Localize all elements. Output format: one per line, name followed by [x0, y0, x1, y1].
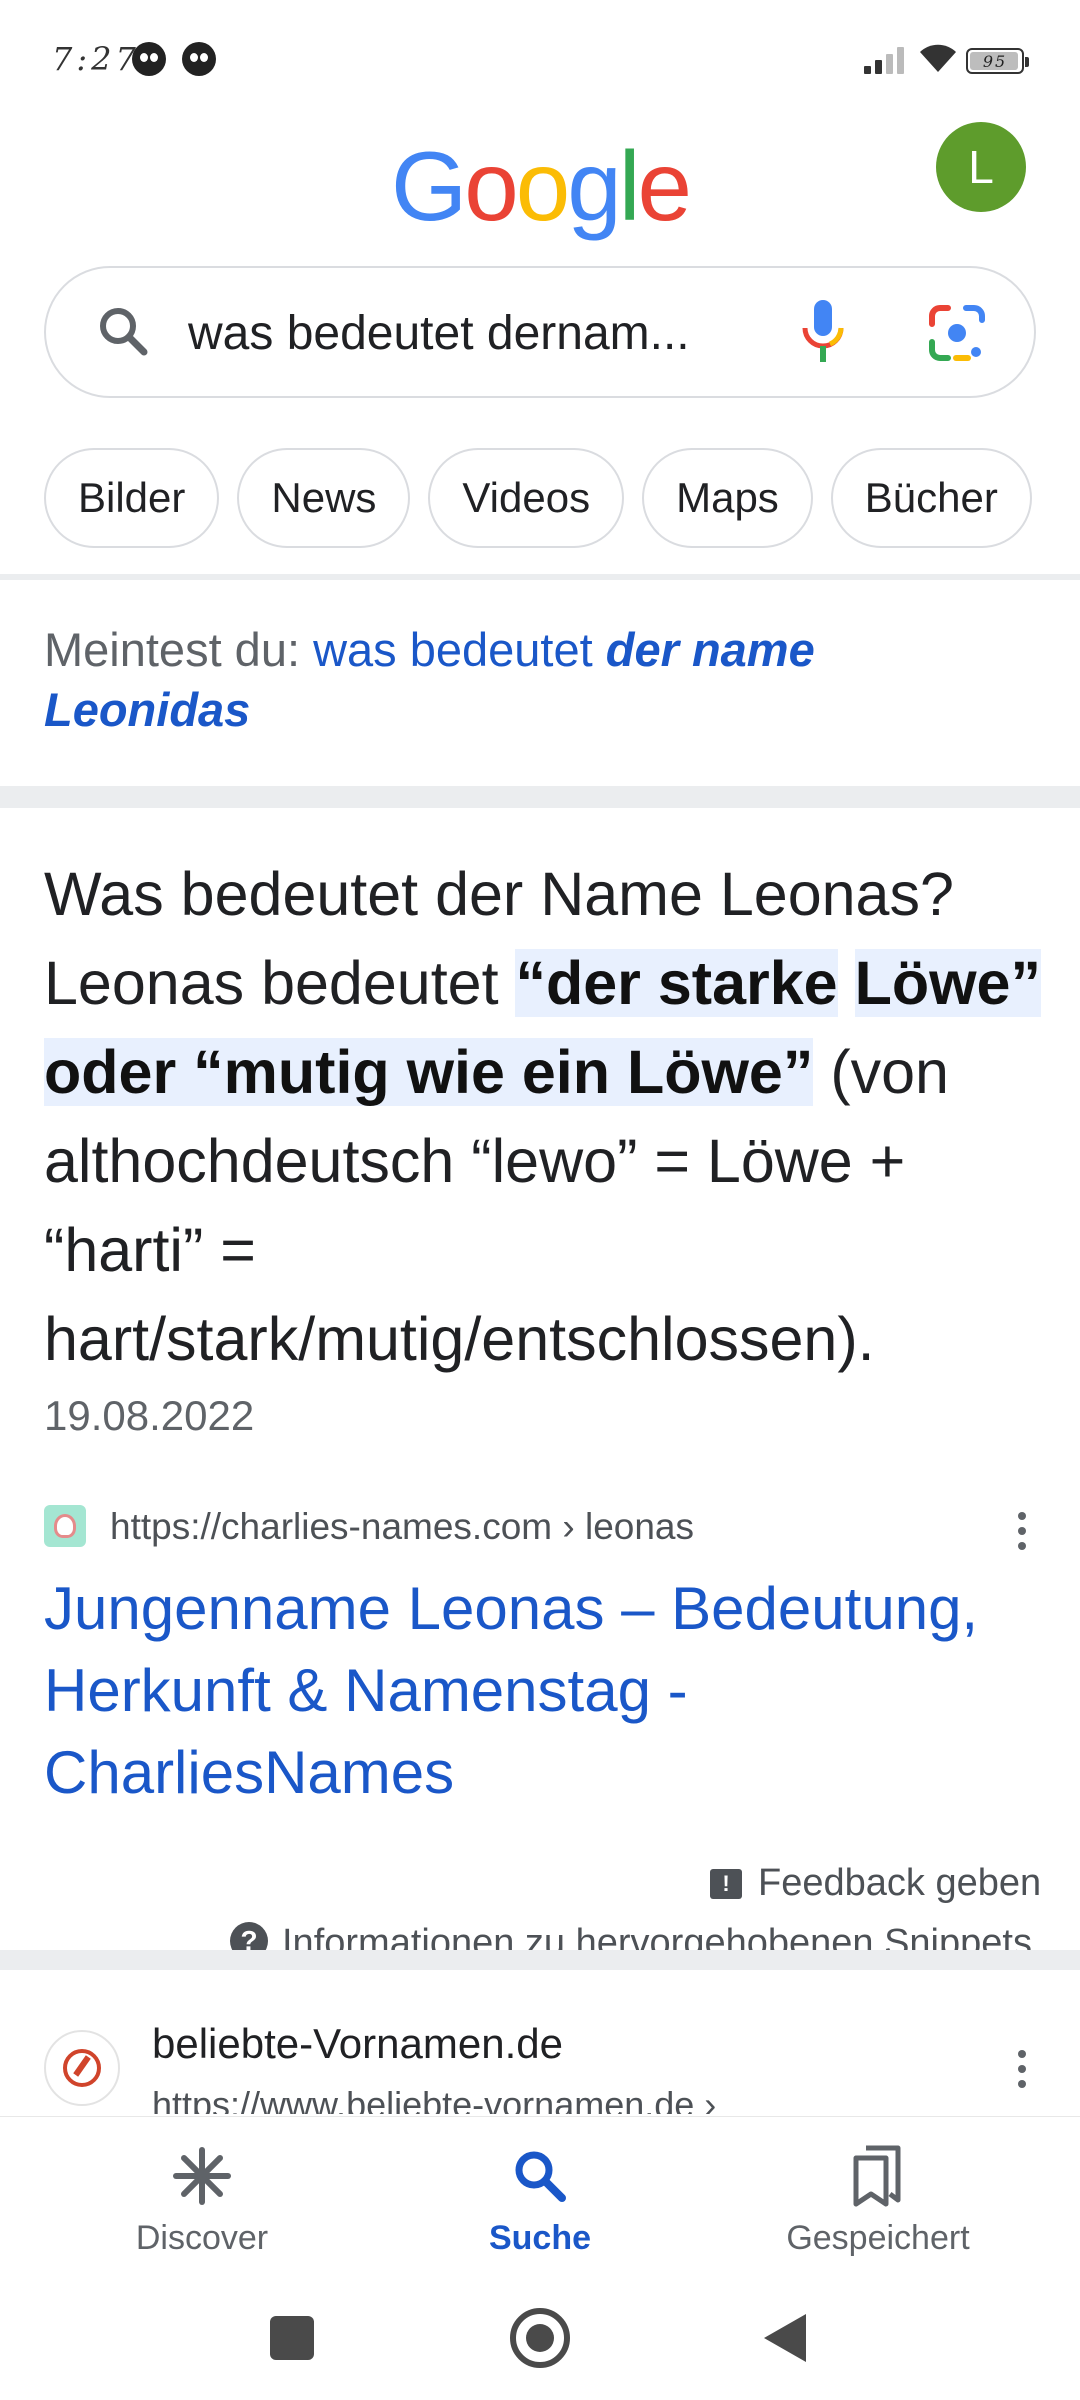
search-input[interactable]: was bedeutet dernam... [188, 306, 690, 361]
more-options-icon[interactable] [1002, 1506, 1042, 1556]
google-search-page: 7:27 95 Google L was bedeutet dernam... [0, 0, 1080, 2400]
nav-discover[interactable]: Discover [42, 2141, 362, 2258]
discover-icon [173, 2147, 231, 2205]
account-avatar[interactable]: L [936, 122, 1026, 212]
google-logo: Google [0, 130, 1080, 243]
nav-saved[interactable]: Gespeichert [718, 2141, 1038, 2258]
did-you-mean: Meintest du: was bedeutet der name Leoni… [44, 620, 944, 740]
result-site-name[interactable]: beliebte-Vornamen.de [152, 2020, 563, 2068]
chip-images[interactable]: Bilder [44, 448, 220, 548]
nav-discover-label: Discover [135, 2219, 269, 2257]
bottom-navigation: Discover Suche Gespeichert [0, 2116, 1080, 2296]
nav-search[interactable]: Suche [380, 2141, 700, 2258]
saved-bookmarks-icon [853, 2145, 901, 2207]
microphone-icon[interactable] [800, 298, 846, 366]
logo-letter: g [567, 131, 621, 241]
chip-news[interactable]: News [237, 448, 411, 548]
search-icon [515, 2151, 566, 2202]
snippet-date: 19.08.2022 [44, 1392, 255, 1439]
did-you-mean-label: Meintest du: [44, 623, 301, 676]
source-url[interactable]: https://charlies-names.com › leonas [110, 1506, 694, 1548]
status-time: 7:27 [52, 40, 140, 78]
home-icon[interactable] [510, 2308, 570, 2368]
chip-videos[interactable]: Videos [428, 448, 625, 548]
site-favicon [44, 2030, 120, 2106]
recents-icon[interactable] [270, 2316, 314, 2360]
snippet-highlight: “der starke [515, 949, 838, 1017]
logo-letter: o [515, 131, 570, 241]
search-icon [100, 308, 148, 356]
wifi-icon [920, 44, 956, 72]
featured-snippet-text: Was bedeutet der Name Leonas? Leonas bed… [44, 850, 1044, 1384]
more-options-icon[interactable] [1002, 2044, 1042, 2094]
notification-icon [132, 42, 166, 76]
back-icon[interactable] [764, 2314, 806, 2362]
divider [0, 574, 1080, 580]
battery-icon: 95 [966, 48, 1029, 74]
chip-maps[interactable]: Maps [642, 448, 813, 548]
logo-letter: o [464, 131, 518, 241]
nav-search-label: Suche [488, 2219, 592, 2257]
battery-level: 95 [982, 51, 1008, 71]
chip-books[interactable]: Bücher [830, 448, 1032, 548]
signal-icon [864, 46, 908, 74]
feedback-label: Feedback geben [758, 1862, 1042, 1904]
google-lens-icon[interactable] [928, 304, 986, 362]
feedback-icon: ! [710, 1868, 742, 1899]
divider [0, 1950, 1080, 1970]
status-bar: 7:27 95 [0, 0, 1080, 120]
nav-saved-label: Gespeichert [786, 2219, 970, 2257]
snippet-info-label: Informationen zu hervorgehobenen Snippet… [282, 1922, 1032, 1950]
site-favicon [44, 1505, 86, 1547]
logo-letter: e [637, 131, 692, 241]
feedback-button[interactable]: ! Feedback geben [710, 1862, 1041, 1905]
snippet-info-link[interactable]: ? Informationen zu hervorgehobenen Snipp… [230, 1922, 1032, 1950]
search-box[interactable]: was bedeutet dernam... [44, 266, 1036, 398]
system-navigation-bar [0, 2296, 1080, 2400]
divider [0, 786, 1080, 808]
help-icon: ? [230, 1922, 268, 1950]
logo-letter: l [618, 131, 641, 241]
logo-letter: G [390, 131, 467, 241]
result-title-link[interactable]: Jungenname Leonas – Bedeutung, Herkunft … [44, 1568, 1044, 1814]
filter-chips: Bilder News Videos Maps Bücher [44, 448, 1032, 548]
result-url[interactable]: https://www.beliebte-vornamen.de › [152, 2084, 716, 2114]
notification-icon [182, 42, 216, 76]
